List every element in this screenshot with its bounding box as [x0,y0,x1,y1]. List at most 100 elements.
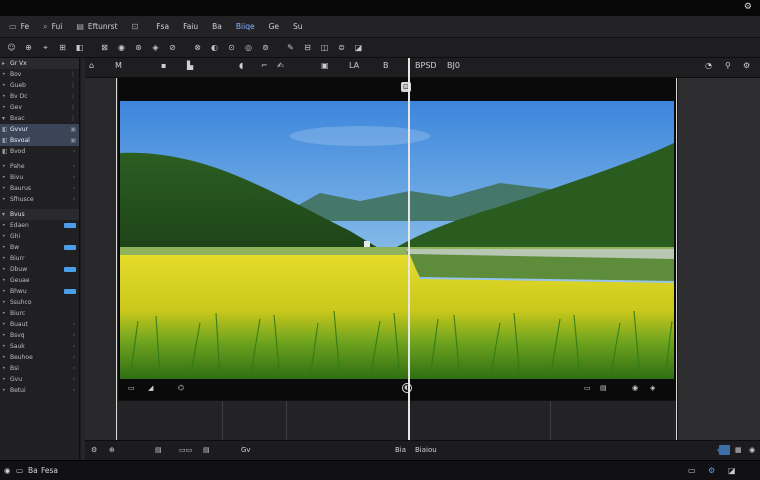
layer-row[interactable]: • Biurr [0,253,79,264]
bottom-tool[interactable]: ▤ [155,446,162,454]
bottom-tool[interactable]: ⚙ [91,446,97,454]
bottom-tool[interactable]: Biaiou [415,446,437,454]
menu-item[interactable]: Fsa [149,16,176,38]
layer-row[interactable]: ◧ Bsvoal ▣ [0,135,79,146]
toolbar-tool-icon[interactable]: ⊜ [334,40,349,55]
layer-control-icon[interactable]: ◦ [72,365,76,372]
bottom-tool[interactable]: ▭▭ [179,446,192,454]
layer-row[interactable]: • Bhwu [0,286,79,297]
canvas-header-tool[interactable]: ▪ [161,61,166,70]
layer-row[interactable]: • Pahe ◦ [0,161,79,172]
layer-row[interactable]: • Dbuw [0,264,79,275]
bottom-tool[interactable]: Gv [241,446,251,454]
toolbar-tool-icon[interactable]: ⊠ [97,40,112,55]
toolbar-tool-icon[interactable]: ◪ [351,40,366,55]
canvas-header-tool[interactable]: ⌂ [89,61,94,70]
layer-slider[interactable] [64,267,76,272]
layer-row[interactable]: ◧ Gvvur ▣ [0,124,79,135]
layer-control-icon[interactable]: ◦ [72,387,76,394]
layer-control-icon[interactable]: ▣ [70,137,76,144]
frame-tool-icon[interactable]: ▭ [584,384,591,392]
left-guide[interactable] [116,78,117,440]
layer-control-icon[interactable]: ◦ [72,174,76,181]
layer-row[interactable]: • Ssuhco [0,297,79,308]
layer-row[interactable]: • Ghi [0,231,79,242]
toolbar-tool-icon[interactable]: ⊚ [258,40,273,55]
toolbar-tool-icon[interactable]: ⊕ [21,40,36,55]
frame-tool-icon[interactable]: ▤ [600,384,607,392]
layer-row[interactable]: • Gvu ◦ [0,374,79,385]
layer-row[interactable]: • Buaut ◦ [0,319,79,330]
toolbar-tool-icon[interactable]: ◎ [241,40,256,55]
layer-row[interactable]: • Bov ⋮ [0,69,79,80]
landscape-photo[interactable] [120,101,674,379]
toolbar-tool-icon[interactable]: ⊘ [165,40,180,55]
canvas-header-tool[interactable]: ⚲ [725,61,731,70]
timeline-area[interactable] [118,400,676,441]
bottom-tool[interactable]: ⊕ [109,446,115,454]
canvas-header-tool[interactable]: BJ0 [447,61,460,70]
layer-row[interactable]: • Betui ◦ [0,385,79,396]
menu-item[interactable]: ▤ Eftunrst [69,16,124,38]
layer-control-icon[interactable]: ▣ [70,126,76,133]
frame-tool-icon[interactable]: ◈ [650,384,655,392]
layer-row[interactable]: • Bw [0,242,79,253]
layer-row[interactable]: ▸ Gr Vx [0,58,79,69]
playhead[interactable] [408,58,410,440]
layer-control-icon[interactable]: ◦ [72,185,76,192]
canvas-header-tool[interactable]: B [383,61,389,70]
layer-control-icon[interactable]: ⋮ [70,104,76,111]
layer-slider[interactable] [64,223,76,228]
layer-row[interactable]: • Bsvq ◦ [0,330,79,341]
layer-control-icon[interactable]: ⋮ [70,82,76,89]
canvas-header-tool[interactable]: BPSD [415,61,437,70]
toolbar-tool-icon[interactable]: ⊞ [55,40,70,55]
frame-tool-icon[interactable]: ▭ [128,384,135,392]
layer-control-icon[interactable]: ◦ [72,321,76,328]
toolbar-tool-icon[interactable]: ⌖ [38,40,53,55]
layer-slider[interactable] [64,289,76,294]
layer-row[interactable]: • Bv Dc ⋮ [0,91,79,102]
layer-row[interactable]: ▾ Bvus [0,209,79,220]
toolbar-tool-icon[interactable]: ⊛ [131,40,146,55]
layer-row[interactable]: ▾ Bxac ⋮ [0,113,79,124]
layer-control-icon[interactable]: ◦ [72,343,76,350]
canvas-header-tool[interactable]: ◔ [705,61,712,70]
bottom-tool[interactable]: ▤ [203,446,210,454]
status-view-icon[interactable]: ▭ [688,466,696,475]
status-layout-icon[interactable]: ◪ [728,466,736,475]
menu-item[interactable]: ⊡ [125,16,150,38]
toolbar-tool-icon[interactable]: ◐ [207,40,222,55]
bottom-active-indicator[interactable] [719,445,730,455]
layer-control-icon[interactable]: ◦ [72,332,76,339]
status-settings-icon[interactable]: ⚙ [708,466,715,475]
menu-item[interactable]: Ba [205,16,229,38]
layer-row[interactable]: • Sfhusce ◦ [0,194,79,205]
layer-slider[interactable] [64,245,76,250]
layer-row[interactable]: • Gev ⋮ [0,102,79,113]
menu-item[interactable]: ⌕ Fui [36,16,69,38]
canvas-header-tool[interactable]: ▣ [321,61,329,70]
layer-control-icon[interactable]: ◦ [72,148,76,155]
layer-row[interactable]: ◧ Bvod ◦ [0,146,79,157]
layer-row[interactable]: • Gueb ⋮ [0,80,79,91]
menu-item[interactable]: ▭ Fe [2,16,36,38]
canvas-header-tool[interactable]: ▙ [187,61,193,70]
toolbar-tool-icon[interactable]: ◈ [148,40,163,55]
canvas-header-tool[interactable]: ✍ [277,61,284,70]
toolbar-tool-icon[interactable]: ⊟ [300,40,315,55]
canvas-header-tool[interactable]: LA [349,61,359,70]
right-guide[interactable] [676,78,677,440]
toolbar-tool-icon[interactable]: ⊗ [190,40,205,55]
frame-tool-icon[interactable]: ⌬ [178,384,184,392]
layer-row[interactable]: • Edaen [0,220,79,231]
toolbar-tool-icon[interactable]: ◉ [114,40,129,55]
layer-row[interactable]: • Baurus ◦ [0,183,79,194]
menu-item[interactable]: Su [286,16,310,38]
layer-row[interactable]: • Beuhoe ◦ [0,352,79,363]
frame-center-icon[interactable]: ◐ [402,383,412,393]
layer-control-icon[interactable]: ⋮ [70,71,76,78]
toolbar-tool-icon[interactable]: ☺ [4,40,19,55]
toolbar-tool-icon[interactable]: ✎ [283,40,298,55]
frame-tool-icon[interactable]: ◉ [632,384,638,392]
